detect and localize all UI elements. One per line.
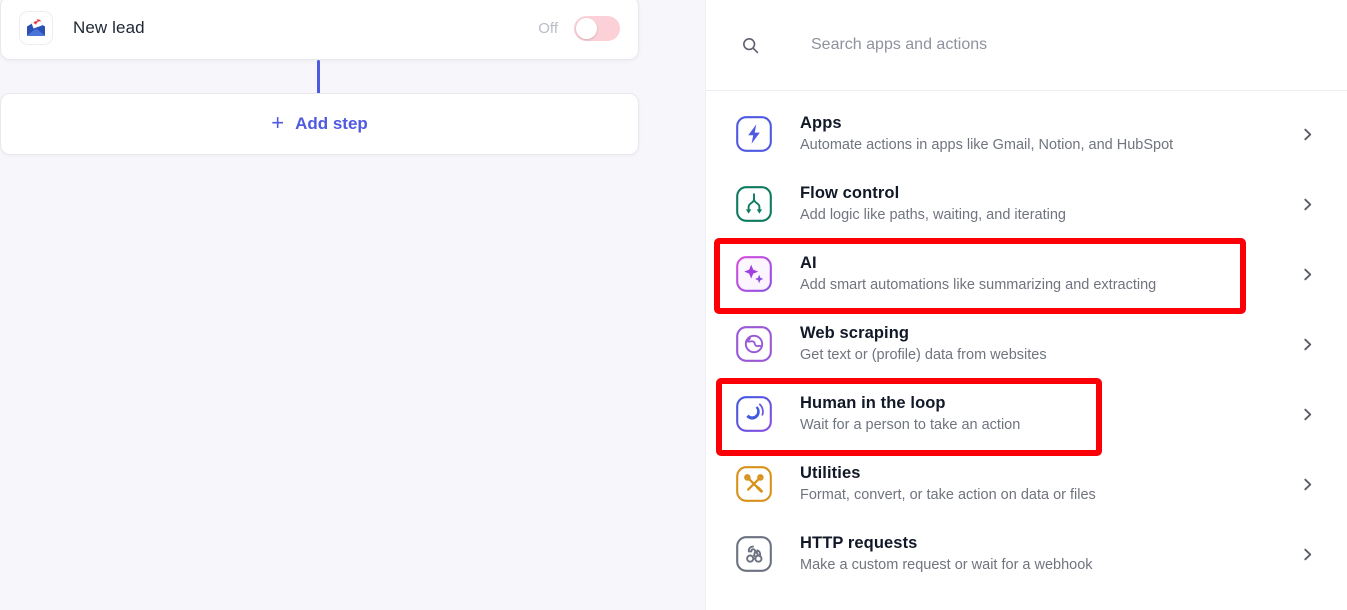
list-item-title: HTTP requests bbox=[800, 534, 1093, 554]
list-item-title: Human in the loop bbox=[800, 394, 1020, 414]
chevron-right-icon[interactable] bbox=[1299, 196, 1315, 212]
app-root: New lead Off + Add step bbox=[0, 0, 1347, 610]
action-category-list: Apps Automate actions in apps like Gmail… bbox=[706, 91, 1347, 589]
search-icon bbox=[739, 34, 761, 56]
flow-branch-icon bbox=[735, 185, 773, 223]
workflow-canvas: New lead Off + Add step bbox=[0, 0, 705, 610]
action-picker-panel: Search apps and actions Apps Automate ac… bbox=[705, 0, 1347, 610]
list-item-title: Flow control bbox=[800, 184, 1066, 204]
list-item-text: HTTP requests Make a custom request or w… bbox=[800, 534, 1093, 574]
node-connector-line bbox=[317, 60, 320, 94]
list-item-text: Human in the loop Wait for a person to t… bbox=[800, 394, 1020, 434]
list-item-subtitle: Get text or (profile) data from websites bbox=[800, 346, 1047, 364]
search-row[interactable]: Search apps and actions bbox=[706, 0, 1347, 91]
list-item-text: Flow control Add logic like paths, waiti… bbox=[800, 184, 1066, 224]
trigger-toggle-label: Off bbox=[538, 20, 558, 37]
add-step-inner: + Add step bbox=[271, 113, 368, 135]
sparkles-icon bbox=[735, 255, 773, 293]
trigger-enable-toggle[interactable] bbox=[574, 16, 620, 41]
list-item-title: Utilities bbox=[800, 464, 1096, 484]
list-item-text: AI Add smart automations like summarizin… bbox=[800, 254, 1156, 294]
tools-icon bbox=[735, 465, 773, 503]
list-item-subtitle: Make a custom request or wait for a webh… bbox=[800, 556, 1093, 574]
list-item-text: Utilities Format, convert, or take actio… bbox=[800, 464, 1096, 504]
new-lead-mail-icon bbox=[19, 11, 53, 45]
globe-icon bbox=[735, 325, 773, 363]
list-item-subtitle: Format, convert, or take action on data … bbox=[800, 486, 1096, 504]
search-input[interactable]: Search apps and actions bbox=[811, 36, 987, 54]
add-step-label: Add step bbox=[295, 114, 368, 134]
toggle-knob bbox=[576, 18, 597, 39]
chevron-right-icon[interactable] bbox=[1299, 336, 1315, 352]
chevron-right-icon[interactable] bbox=[1299, 126, 1315, 142]
list-item-http-requests[interactable]: HTTP requests Make a custom request or w… bbox=[706, 519, 1347, 589]
list-item-title: Web scraping bbox=[800, 324, 1047, 344]
chevron-right-icon[interactable] bbox=[1299, 406, 1315, 422]
trigger-node-card[interactable]: New lead Off bbox=[0, 0, 639, 60]
list-item-web-scraping[interactable]: Web scraping Get text or (profile) data … bbox=[706, 309, 1347, 379]
plus-icon: + bbox=[271, 112, 284, 134]
waving-hand-icon bbox=[735, 395, 773, 433]
list-item-utilities[interactable]: Utilities Format, convert, or take actio… bbox=[706, 449, 1347, 519]
chevron-right-icon[interactable] bbox=[1299, 266, 1315, 282]
add-step-button[interactable]: + Add step bbox=[0, 93, 639, 155]
lightning-bolt-icon bbox=[735, 115, 773, 153]
list-item-title: AI bbox=[800, 254, 1156, 274]
list-item-apps[interactable]: Apps Automate actions in apps like Gmail… bbox=[706, 99, 1347, 169]
list-item-subtitle: Wait for a person to take an action bbox=[800, 416, 1020, 434]
list-item-subtitle: Automate actions in apps like Gmail, Not… bbox=[800, 136, 1173, 154]
list-item-subtitle: Add smart automations like summarizing a… bbox=[800, 276, 1156, 294]
list-item-subtitle: Add logic like paths, waiting, and itera… bbox=[800, 206, 1066, 224]
webhook-icon bbox=[735, 535, 773, 573]
list-item-flow-control[interactable]: Flow control Add logic like paths, waiti… bbox=[706, 169, 1347, 239]
list-item-human-in-the-loop[interactable]: Human in the loop Wait for a person to t… bbox=[706, 379, 1347, 449]
list-item-title: Apps bbox=[800, 114, 1173, 134]
chevron-right-icon[interactable] bbox=[1299, 476, 1315, 492]
trigger-node-controls: Off bbox=[538, 16, 620, 41]
list-item-text: Apps Automate actions in apps like Gmail… bbox=[800, 114, 1173, 154]
chevron-right-icon[interactable] bbox=[1299, 546, 1315, 562]
list-item-text: Web scraping Get text or (profile) data … bbox=[800, 324, 1047, 364]
list-item-ai[interactable]: AI Add smart automations like summarizin… bbox=[706, 239, 1347, 309]
trigger-node-title: New lead bbox=[73, 18, 145, 38]
